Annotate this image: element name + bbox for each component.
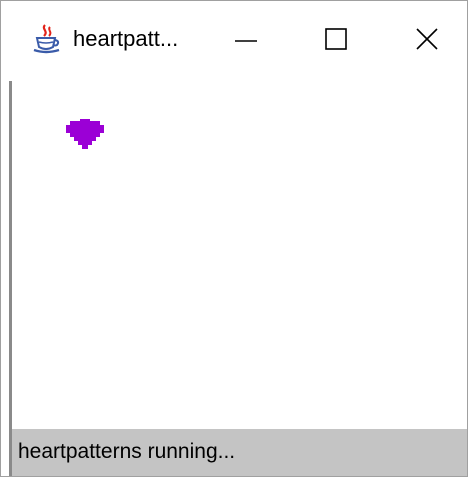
minimize-icon: [234, 27, 258, 51]
maximize-button[interactable]: [296, 11, 376, 67]
java-cup-icon: [31, 23, 63, 55]
close-button[interactable]: [387, 11, 467, 67]
title-bar[interactable]: heartpatt...: [1, 1, 467, 81]
status-bar: heartpatterns running...: [9, 429, 467, 476]
drawing-canvas[interactable]: [9, 81, 464, 429]
heart-icon: [66, 117, 104, 156]
maximize-icon: [324, 27, 348, 51]
window-title: heartpatt...: [73, 26, 179, 51]
close-icon: [415, 27, 439, 51]
minimize-button[interactable]: [206, 11, 286, 67]
status-text: heartpatterns running...: [18, 440, 236, 463]
app-window: heartpatt... heartpatterns running...: [0, 0, 468, 477]
